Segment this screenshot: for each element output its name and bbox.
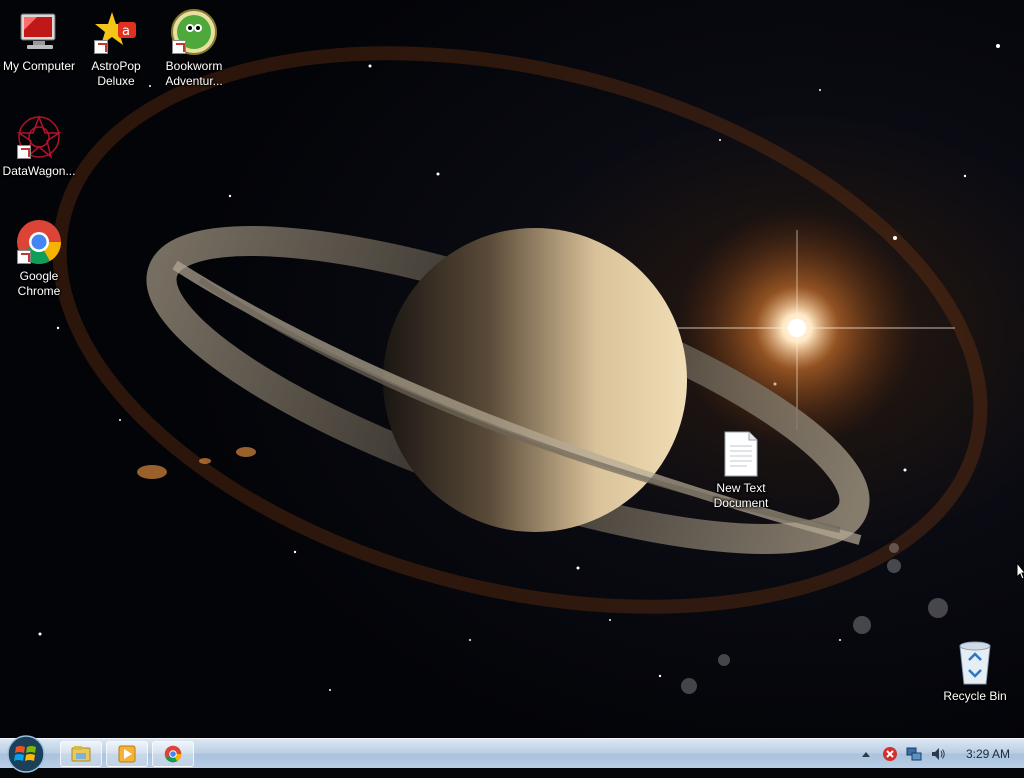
desktop-icon-my-computer[interactable]: My Computer: [1, 8, 77, 74]
taskbar: 3:29 AM: [0, 735, 1024, 773]
start-button[interactable]: [4, 733, 48, 773]
mouse-cursor-icon: [1016, 561, 1024, 585]
desktop-icon-label: Recycle Bin: [943, 689, 1007, 703]
desktop-icon-label: Bookworm Adventur...: [165, 59, 223, 88]
security-alert-icon[interactable]: [882, 746, 898, 762]
desktop-icon-datawagon[interactable]: DataWagon...: [1, 113, 77, 179]
shortcut-arrow-icon: [172, 40, 186, 54]
desktop-wallpaper[interactable]: [0, 0, 1024, 738]
desktop-icon-label: Google Chrome: [17, 269, 61, 298]
desktop-icon-new-text-document[interactable]: New Text Document: [703, 430, 779, 511]
taskbar-chrome-button[interactable]: [152, 741, 194, 767]
show-hidden-icons-icon[interactable]: [858, 746, 874, 762]
recycle-bin-icon: [951, 638, 999, 686]
taskbar-file-explorer-button[interactable]: [60, 741, 102, 767]
desktop-icon-google-chrome[interactable]: Google Chrome: [1, 218, 77, 299]
file-explorer-icon: [71, 746, 91, 762]
bookworm-icon: [170, 8, 218, 56]
shortcut-arrow-icon: [17, 250, 31, 264]
volume-icon[interactable]: [930, 746, 946, 762]
desktop-icon-label: DataWagon...: [2, 164, 76, 178]
saturn-wallpaper-image: [0, 0, 1024, 738]
desktop-icon-astropop-deluxe[interactable]: a AstroPop Deluxe: [78, 8, 154, 89]
chrome-icon: [15, 218, 63, 266]
desktop-icon-bookworm-adventures[interactable]: Bookworm Adventur...: [156, 8, 232, 89]
desktop-icon-label: AstroPop Deluxe: [91, 59, 141, 88]
computer-icon: [15, 8, 63, 56]
chrome-icon: [164, 745, 182, 763]
datawagon-icon: [15, 113, 63, 161]
text-document-icon: [717, 430, 765, 478]
network-icon[interactable]: [906, 746, 922, 762]
media-player-icon: [118, 745, 136, 763]
taskbar-media-player-button[interactable]: [106, 741, 148, 767]
desktop-icon-recycle-bin[interactable]: Recycle Bin: [937, 638, 1013, 704]
svg-text:a: a: [122, 24, 130, 39]
start-orb-icon: [7, 735, 45, 773]
taskbar-clock[interactable]: 3:29 AM: [966, 747, 1010, 761]
desktop-icon-label: New Text Document: [713, 481, 769, 510]
desktop-icon-label: My Computer: [2, 59, 76, 73]
astropop-icon: a: [92, 8, 140, 56]
shortcut-arrow-icon: [17, 145, 31, 159]
shortcut-arrow-icon: [94, 40, 108, 54]
